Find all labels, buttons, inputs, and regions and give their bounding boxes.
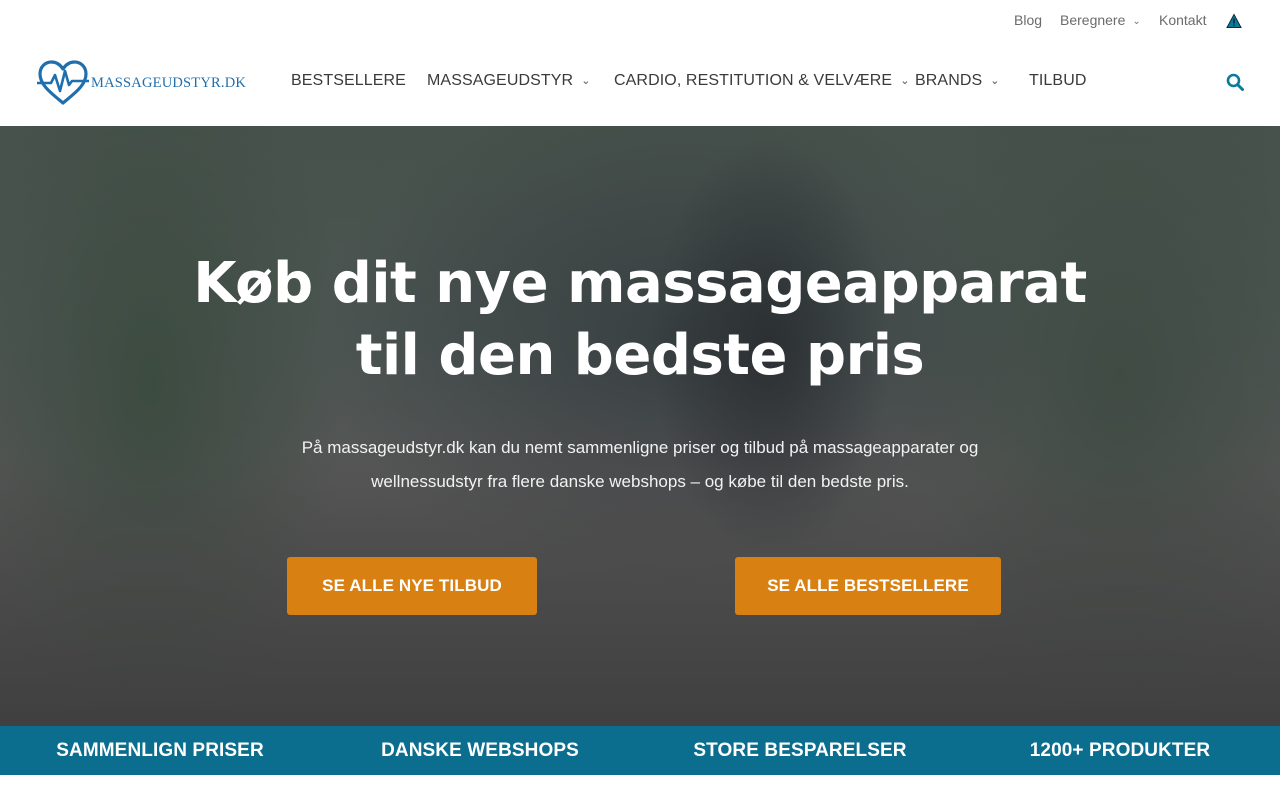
nav-item-label: BESTSELLERE <box>291 72 406 89</box>
chevron-down-icon: ⌄ <box>1132 16 1141 27</box>
topbar-link-calculators[interactable]: Beregnere ⌄ <box>1060 12 1141 28</box>
see-all-offers-button[interactable]: SE ALLE NYE TILBUD <box>287 557 537 615</box>
search-icon[interactable] <box>1226 73 1244 91</box>
hero-title-line-1: Køb dit nye massageapparat <box>193 251 1087 316</box>
nav-item-tilbud[interactable]: TILBUD <box>1029 72 1087 90</box>
hero-title-line-2: til den bedste pris <box>355 323 925 388</box>
top-utility-bar: Blog Beregnere ⌄ Kontakt <box>0 0 1280 40</box>
nav-item-brands[interactable]: BRANDS ⌄ <box>915 72 1000 90</box>
nav-item-label: BRANDS <box>915 72 983 89</box>
logo-text: MASSAGEUDSTYR.DK <box>91 74 247 91</box>
chevron-down-icon: ⌄ <box>581 75 591 87</box>
topbar-calculators-label: Beregnere <box>1060 12 1126 28</box>
nav-item-label: TILBUD <box>1029 72 1087 89</box>
warning-triangle-icon[interactable] <box>1226 13 1242 29</box>
nav-item-label: CARDIO, RESTITUTION & VELVÆRE <box>614 72 893 89</box>
feature-bar: SAMMENLIGN PRISER DANSKE WEBSHOPS STORE … <box>0 726 1280 775</box>
feature-product-count: 1200+ PRODUKTER <box>1029 740 1211 761</box>
hero-background-runner <box>560 126 980 716</box>
feature-compare-prices: SAMMENLIGN PRISER <box>56 740 264 761</box>
topbar-link-contact[interactable]: Kontakt <box>1159 12 1206 28</box>
chevron-down-icon: ⌄ <box>900 75 910 87</box>
hero-description: På massageudstyr.dk kan du nemt sammenli… <box>301 438 979 491</box>
hero-section: Køb dit nye massageapparat til den bedst… <box>0 126 1280 726</box>
nav-item-cardio[interactable]: CARDIO, RESTITUTION & VELVÆRE ⌄ <box>614 72 910 90</box>
site-header: MASSAGEUDSTYR.DK BESTSELLERE MASSAGEUDST… <box>0 40 1280 126</box>
hero-title: Køb dit nye massageapparat til den bedst… <box>0 248 1280 392</box>
heart-pulse-icon <box>37 60 89 105</box>
page-continuation <box>0 775 1280 800</box>
site-logo[interactable]: MASSAGEUDSTYR.DK <box>37 58 246 108</box>
feature-danish-webshops: DANSKE WEBSHOPS <box>381 740 579 761</box>
see-all-bestsellers-button[interactable]: SE ALLE BESTSELLERE <box>735 557 1001 615</box>
topbar-link-blog[interactable]: Blog <box>1014 12 1042 28</box>
chevron-down-icon: ⌄ <box>990 75 1000 87</box>
feature-big-savings: STORE BESPARELSER <box>693 740 907 761</box>
nav-item-bestsellere[interactable]: BESTSELLERE <box>291 72 406 90</box>
nav-item-label: MASSAGEUDSTYR <box>427 72 574 89</box>
nav-item-massageudstyr[interactable]: MASSAGEUDSTYR ⌄ <box>427 72 591 90</box>
